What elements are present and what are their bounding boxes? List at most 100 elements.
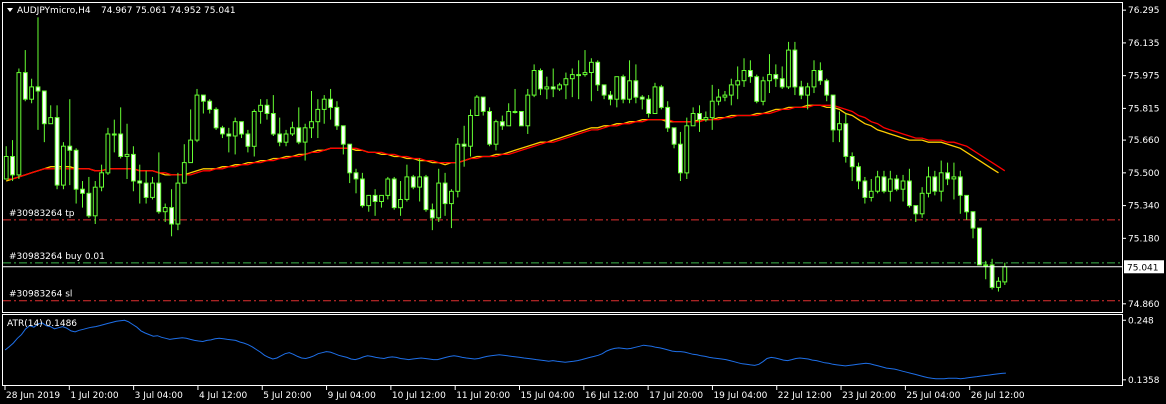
time-tick-label: 22 Jul 12:00 xyxy=(778,391,832,401)
candle-body xyxy=(455,143,461,192)
candle-body xyxy=(907,180,912,207)
candle-body xyxy=(531,70,537,96)
price-tick-label: 74.860 xyxy=(1128,300,1160,310)
candle-body xyxy=(391,178,397,209)
ohlc-label: 74.967 75.061 74.952 75.041 xyxy=(101,6,236,16)
candle-body xyxy=(563,78,569,86)
candle-body xyxy=(862,180,868,198)
candle-body xyxy=(977,227,982,266)
candle-body xyxy=(557,84,563,90)
candle-body xyxy=(379,194,384,202)
candle-body xyxy=(639,96,645,100)
price-tick-label: 76.295 xyxy=(1128,6,1160,16)
symbol-label: AUDJPYmicro,H4 xyxy=(17,6,91,16)
candle-body xyxy=(843,123,849,157)
candle-body xyxy=(849,156,855,168)
candle-body xyxy=(525,94,531,127)
candle-body xyxy=(964,194,970,213)
candle-body xyxy=(493,121,499,145)
candle-body xyxy=(99,172,104,188)
candle-body xyxy=(334,106,340,127)
candle-body xyxy=(474,96,480,116)
candle-body xyxy=(283,133,289,143)
candle-body xyxy=(728,84,734,96)
time-tick-label: 26 Jul 12:00 xyxy=(971,391,1025,401)
candle-body xyxy=(131,153,136,182)
candle-body xyxy=(385,178,391,196)
candle-body xyxy=(709,100,715,119)
candle-body xyxy=(957,176,963,196)
time-tick-label: 23 Jul 20:00 xyxy=(842,391,896,401)
candle-body xyxy=(945,172,951,180)
candle-body xyxy=(786,49,791,88)
candle-body xyxy=(550,86,556,90)
price-tick-label: 75.975 xyxy=(1128,72,1160,82)
time-tick-label: 25 Jul 04:00 xyxy=(906,391,960,401)
candle-body xyxy=(633,80,639,98)
candle-body xyxy=(932,176,938,192)
candle-body xyxy=(220,127,225,135)
candle-body xyxy=(442,182,448,205)
time-tick-label: 16 Jul 12:00 xyxy=(585,391,639,401)
candle-body xyxy=(92,186,98,217)
candle-body xyxy=(29,86,35,100)
candle-body xyxy=(811,70,817,88)
candle-body xyxy=(143,182,149,198)
candle-body xyxy=(798,86,804,96)
candle-body xyxy=(646,98,652,114)
candle-body xyxy=(3,156,9,180)
price-chart[interactable]: #30983264 tp #30983264 buy 0.01 #30983264 … xyxy=(0,0,1166,404)
candle-body xyxy=(805,86,811,96)
candle-body xyxy=(926,176,931,194)
candle-body xyxy=(302,127,308,143)
candle-body xyxy=(608,94,613,100)
candle-body xyxy=(398,199,403,209)
candle-body xyxy=(875,176,881,192)
candle-body xyxy=(690,113,696,127)
chart-background xyxy=(0,0,1166,404)
atr-label: ATR(14) 0.1486 xyxy=(7,319,77,329)
candle-body xyxy=(480,96,486,112)
candle-body xyxy=(232,121,238,137)
candle-body xyxy=(118,133,124,157)
candle-body xyxy=(582,72,588,76)
candle-body xyxy=(970,211,976,229)
candle-body xyxy=(315,108,321,123)
candle-body xyxy=(913,205,919,215)
candle-body xyxy=(589,61,594,73)
time-tick-label: 9 Jul 04:00 xyxy=(328,391,377,401)
candle-body xyxy=(181,162,187,184)
candle-body xyxy=(754,76,760,102)
candle-body xyxy=(423,176,429,211)
candle-body xyxy=(735,80,741,86)
candle-body xyxy=(105,133,111,174)
atr-tick-label: 0.248 xyxy=(1128,316,1154,326)
candle-body xyxy=(207,100,213,110)
time-tick-label: 4 Jul 12:00 xyxy=(199,391,248,401)
candle-body xyxy=(156,182,162,213)
candle-body xyxy=(245,133,251,147)
candle-body xyxy=(652,86,658,115)
time-tick-label: 11 Jul 20:00 xyxy=(456,391,510,401)
candle-body xyxy=(61,145,66,186)
candle-body xyxy=(881,176,887,192)
candle-body xyxy=(22,72,28,100)
candle-body xyxy=(290,127,295,135)
candle-body xyxy=(296,127,302,143)
candle-body xyxy=(716,96,722,102)
candle-body xyxy=(372,194,378,202)
time-tick-label: 17 Jul 20:00 xyxy=(649,391,703,401)
candle-body xyxy=(226,133,232,137)
candle-body xyxy=(856,166,861,182)
candle-body xyxy=(404,176,410,200)
candle-body xyxy=(347,143,353,174)
candle-body xyxy=(499,121,505,127)
candle-body xyxy=(779,78,785,88)
candle-body xyxy=(67,145,73,151)
candle-body xyxy=(665,106,671,129)
candle-body xyxy=(48,117,54,125)
candle-body xyxy=(595,61,601,86)
candle-body xyxy=(748,70,753,78)
order-line-label: #30983264 buy 0.01 xyxy=(9,252,105,262)
candle-body xyxy=(35,86,41,92)
